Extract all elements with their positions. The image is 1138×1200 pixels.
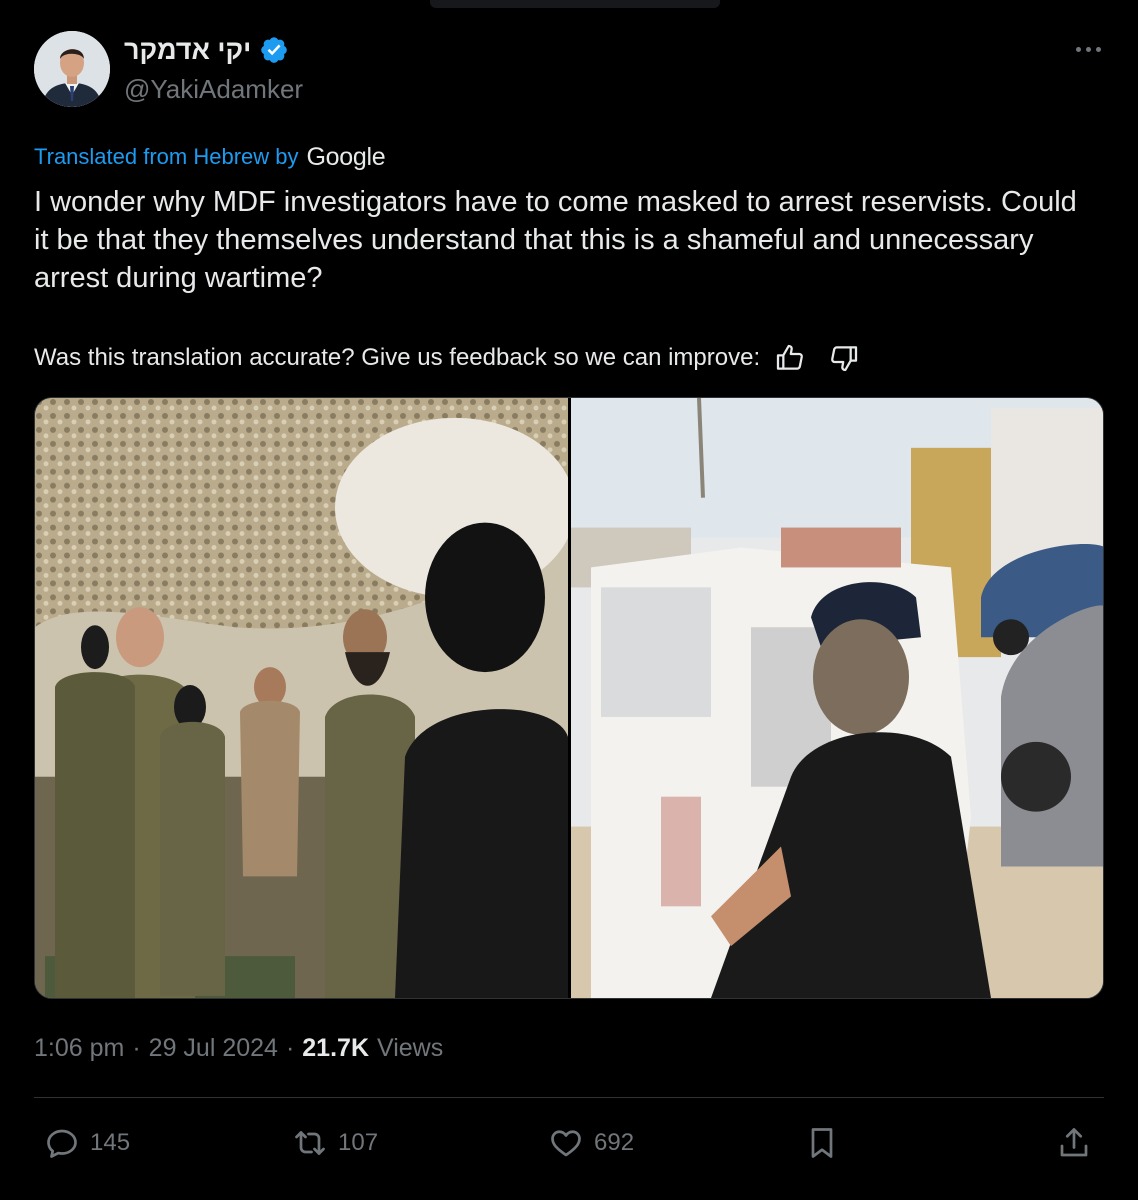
- like-button[interactable]: 692: [548, 1122, 634, 1164]
- reply-count: 145: [90, 1129, 131, 1156]
- share-icon: [1060, 1128, 1088, 1157]
- author-name-row: יקי אדמקר: [124, 32, 289, 68]
- divider: [34, 1097, 1104, 1098]
- meta-separator: ·: [132, 1033, 141, 1062]
- thumbs-down-icon[interactable]: [828, 342, 860, 374]
- heart-icon: [551, 1130, 581, 1157]
- repost-icon: [295, 1131, 325, 1155]
- translation-attribution: Translated from Hebrew by Google: [34, 140, 386, 174]
- media-photo-right: [571, 398, 1103, 998]
- translation-feedback: Was this translation accurate? Give us f…: [34, 340, 860, 376]
- like-count: 692: [594, 1129, 635, 1156]
- meta-separator: ·: [285, 1033, 295, 1062]
- author-handle[interactable]: @YakiAdamker: [124, 74, 303, 105]
- reply-icon: [47, 1129, 77, 1158]
- more-options-button[interactable]: [1068, 34, 1108, 64]
- more-dot-icon: [1075, 46, 1081, 52]
- views-count: 21.7K: [302, 1033, 369, 1062]
- tweet-text: I wonder why MDF investigators have to c…: [34, 186, 1077, 294]
- more-dot-icon: [1095, 46, 1101, 52]
- tweet-media[interactable]: [34, 397, 1104, 999]
- bookmark-icon: [811, 1128, 833, 1158]
- more-dot-icon: [1085, 46, 1091, 52]
- avatar-image: [34, 31, 110, 107]
- media-photo-left: [35, 398, 568, 998]
- avatar[interactable]: [34, 31, 110, 107]
- tweet-meta: 1:06 pm · 29 Jul 2024 · 21.7K Views: [34, 1030, 443, 1066]
- translated-from-link[interactable]: Translated from Hebrew by: [34, 144, 299, 170]
- author-display-name[interactable]: יקי אדמקר: [124, 35, 251, 66]
- views-label: Views: [377, 1033, 444, 1062]
- google-logo: Google: [306, 142, 386, 171]
- repost-count: 107: [338, 1129, 379, 1156]
- bookmark-button[interactable]: [804, 1122, 840, 1164]
- tweet: יקי אדמקר @YakiAdamker Translated from H…: [0, 0, 1138, 1200]
- share-button[interactable]: [1056, 1122, 1092, 1164]
- verified-badge-icon: [261, 37, 288, 63]
- reply-button[interactable]: 145: [44, 1122, 130, 1164]
- tweet-date[interactable]: 29 Jul 2024: [149, 1034, 278, 1063]
- feedback-prompt: Was this translation accurate? Give us f…: [34, 344, 761, 371]
- thumbs-up-icon[interactable]: [774, 342, 806, 374]
- repost-button[interactable]: 107: [292, 1122, 378, 1164]
- tweet-time[interactable]: 1:06 pm: [34, 1034, 124, 1063]
